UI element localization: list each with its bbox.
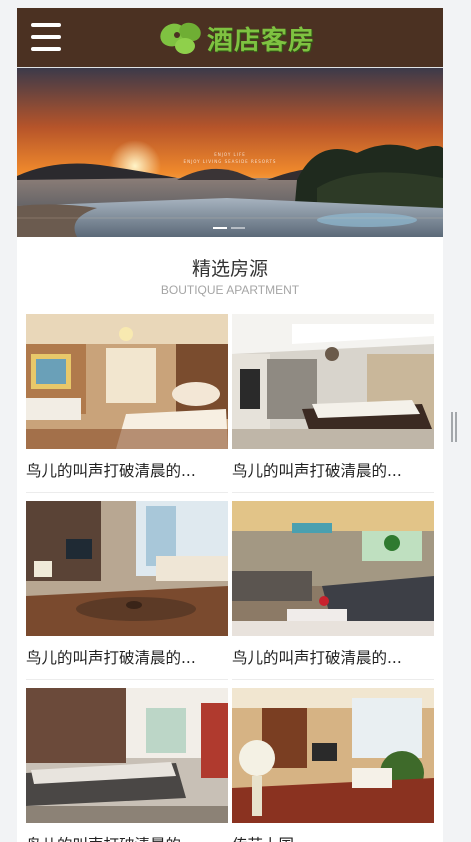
section-title: 精选房源 bbox=[191, 258, 268, 280]
logo-text: 酒店客房 bbox=[207, 25, 316, 56]
room-card[interactable]: 鸟儿的叫声打破清晨的... bbox=[26, 501, 228, 682]
card-divider bbox=[26, 679, 228, 680]
banner-pagination bbox=[213, 227, 245, 229]
room-title[interactable]: 鸟儿的叫声打破清晨的... bbox=[26, 459, 228, 481]
hero-banner[interactable]: ENJOY LIFE ENJOY LIVING SEASIDE RESORTS bbox=[17, 68, 443, 237]
room-card[interactable]: 鸟儿的叫声打破清晨的... bbox=[232, 501, 434, 682]
card-divider bbox=[232, 679, 434, 680]
top-header: 酒店客房 bbox=[17, 8, 443, 67]
green-leaf-logo-icon bbox=[160, 22, 201, 54]
room-title[interactable]: 鸟儿的叫声打破清晨的... bbox=[232, 459, 434, 481]
room-photo[interactable] bbox=[232, 688, 434, 823]
banner-caption-line2: ENJOY LIVING SEASIDE RESORTS bbox=[183, 159, 277, 164]
card-divider bbox=[26, 492, 228, 493]
room-photo[interactable] bbox=[26, 314, 228, 449]
room-card[interactable]: 传芸上国 bbox=[232, 688, 434, 842]
site-logo[interactable]: 酒店客房 bbox=[157, 14, 315, 62]
room-title[interactable]: 传芸上国 bbox=[232, 833, 434, 842]
room-photo[interactable] bbox=[26, 501, 228, 636]
banner-dot-2[interactable] bbox=[231, 227, 245, 229]
room-title[interactable]: 鸟儿的叫声打破清晨的... bbox=[26, 646, 228, 668]
card-divider bbox=[232, 492, 434, 493]
room-photo[interactable] bbox=[232, 314, 434, 449]
room-photo[interactable] bbox=[26, 688, 228, 823]
room-card[interactable]: 鸟儿的叫声打破清晨的... bbox=[26, 688, 228, 842]
banner-dot-1[interactable] bbox=[213, 227, 227, 229]
hamburger-menu-icon[interactable] bbox=[31, 23, 61, 51]
room-card[interactable]: 鸟儿的叫声打破清晨的... bbox=[232, 314, 434, 495]
room-card[interactable]: 鸟儿的叫声打破清晨的... bbox=[26, 314, 228, 495]
page-frame: 酒店客房 ENJOY LIFE ENJOY LIVING SEASIDE RES… bbox=[17, 8, 443, 842]
scroll-handle-icon[interactable] bbox=[451, 412, 459, 444]
room-photo[interactable] bbox=[232, 501, 434, 636]
section-subtitle: BOUTIQUE APARTMENT bbox=[160, 283, 300, 297]
room-title[interactable]: 鸟儿的叫声打破清晨的... bbox=[232, 646, 434, 668]
banner-caption-line1: ENJOY LIFE bbox=[214, 152, 246, 157]
room-title[interactable]: 鸟儿的叫声打破清晨的... bbox=[26, 833, 228, 842]
